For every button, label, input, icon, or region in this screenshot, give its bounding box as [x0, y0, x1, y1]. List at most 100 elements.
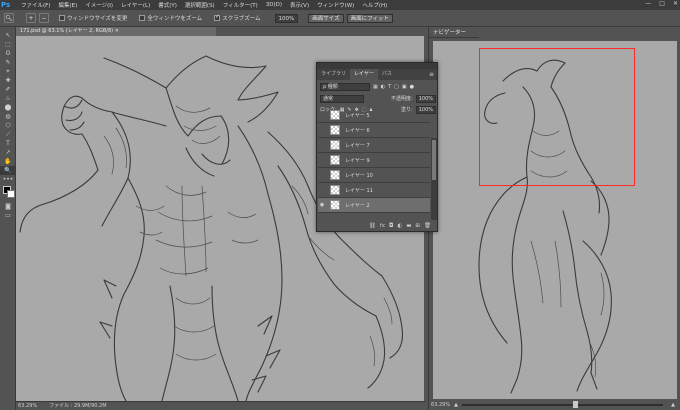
panel-menu-icon[interactable]: ≡: [429, 69, 437, 80]
more-tools-icon[interactable]: •••: [0, 175, 16, 184]
fx-icon[interactable]: fx: [380, 223, 385, 229]
layer-row[interactable]: レイヤー 11: [318, 183, 430, 198]
tab-paths[interactable]: パス: [378, 69, 396, 80]
panel-tabs: ライブラリ レイヤー パス ≡: [317, 69, 437, 80]
zoom-readout[interactable]: 63.29%: [18, 402, 37, 410]
layer-name: レイヤー 2: [345, 202, 370, 209]
menu-3d[interactable]: 3D(D): [262, 2, 286, 8]
maximize-icon[interactable]: □: [659, 0, 665, 7]
zoom-percent-field[interactable]: 100%: [274, 13, 299, 23]
layers-scrollbar[interactable]: [431, 138, 437, 220]
zoom-all-checkbox[interactable]: 全ウィンドウをズーム: [139, 14, 202, 22]
menu-bar: Ps ファイル(F) 編集(E) イメージ(I) レイヤー(L) 書式(Y) 選…: [0, 0, 680, 10]
menu-filter[interactable]: フィルター(T): [219, 1, 262, 9]
tab-layers[interactable]: レイヤー: [350, 69, 378, 80]
crop-tool-icon[interactable]: ⌖: [0, 67, 16, 76]
scrollbar-thumb[interactable]: [432, 140, 436, 180]
document-tab[interactable]: 171.psd @ 63.1% (レイヤー 2, RGB/8) ✕: [16, 27, 216, 36]
slider-knob[interactable]: [572, 401, 578, 408]
eyedropper-tool-icon[interactable]: ✚: [0, 76, 16, 85]
new-layer-icon[interactable]: ⊞: [415, 223, 420, 229]
layers-panel: ライブラリ レイヤー パス ≡ ρ 種類 ▦ ◐ T ▢ ▣ ● 通常 不透明度…: [316, 62, 438, 232]
filter-smart-icon[interactable]: ▣: [402, 84, 407, 90]
layer-name: レイヤー 5: [345, 112, 370, 119]
navigator-tab[interactable]: ナビゲーター: [429, 28, 479, 38]
fill-screen-button[interactable]: 画面にフィット: [346, 13, 393, 23]
adjustment-icon[interactable]: ◐: [397, 223, 402, 229]
mask-icon[interactable]: ◘: [389, 223, 393, 229]
screen-mode-icon[interactable]: ▭: [0, 211, 16, 220]
minimize-icon[interactable]: —: [645, 0, 651, 7]
zoom-out-small-icon[interactable]: ▲: [454, 402, 458, 408]
healing-tool-icon[interactable]: ✐: [0, 85, 16, 94]
magnifier-icon[interactable]: 🔍︎: [4, 13, 14, 23]
zoom-tool-icon[interactable]: 🔍: [0, 166, 16, 175]
opacity-field[interactable]: 100%: [415, 94, 436, 103]
scrubby-zoom-checkbox[interactable]: スクラブズーム: [214, 14, 261, 22]
layer-row[interactable]: レイヤー 6: [318, 123, 430, 138]
lasso-tool-icon[interactable]: ʘ: [0, 49, 16, 58]
menu-select[interactable]: 選択範囲(S): [181, 1, 219, 9]
link-icon[interactable]: ⛓: [369, 223, 376, 229]
eye-icon[interactable]: ◉: [318, 202, 326, 208]
layer-name: レイヤー 9: [345, 157, 370, 164]
gradient-tool-icon[interactable]: ⬡: [0, 121, 16, 130]
layer-name: レイヤー 7: [345, 142, 370, 149]
zoom-in-small-icon[interactable]: ▲: [671, 402, 675, 408]
blend-mode-select[interactable]: 通常: [320, 94, 364, 103]
pen-tool-icon[interactable]: ⟋: [0, 130, 16, 139]
fit-screen-button[interactable]: 画面サイズ: [308, 13, 344, 23]
layer-row[interactable]: レイヤー 5: [318, 108, 430, 123]
color-swatches[interactable]: [0, 184, 15, 202]
background-color-swatch[interactable]: [7, 190, 15, 198]
trash-icon[interactable]: 🗑︎: [424, 223, 431, 229]
status-bar: 63.29% ファイル : 29.9M/90.2M: [16, 401, 426, 410]
navigator-preview[interactable]: [433, 41, 677, 399]
kind-filter-select[interactable]: ρ 種類: [320, 82, 370, 91]
layer-row[interactable]: レイヤー 7: [318, 138, 430, 153]
filter-shape-icon[interactable]: ▢: [394, 84, 399, 90]
resize-windows-checkbox[interactable]: ウィンドウサイズを変更: [59, 14, 127, 22]
filter-pixel-icon[interactable]: ▦: [373, 84, 378, 90]
navigator-zoom-slider[interactable]: [461, 401, 663, 408]
menu-help[interactable]: ヘルプ(H): [358, 1, 391, 9]
type-tool-icon[interactable]: T: [0, 139, 16, 148]
stamp-tool-icon[interactable]: ⬤: [0, 103, 16, 112]
tab-libraries[interactable]: ライブラリ: [317, 69, 350, 80]
layer-row[interactable]: ◉ レイヤー 2: [318, 198, 430, 213]
file-size-readout: ファイル : 29.9M/90.2M: [49, 403, 107, 409]
navigator-view-box[interactable]: [479, 48, 635, 186]
hand-tool-icon[interactable]: ✋: [0, 157, 16, 166]
menu-window[interactable]: ウィンドウ(W): [313, 1, 358, 9]
layer-row[interactable]: レイヤー 9: [318, 153, 430, 168]
checkbox-icon[interactable]: [59, 15, 65, 21]
quick-select-tool-icon[interactable]: ✎: [0, 58, 16, 67]
menu-edit[interactable]: 編集(E): [54, 1, 81, 9]
move-tool-icon[interactable]: ↖: [0, 31, 16, 40]
zoom-in-button[interactable]: +: [26, 13, 36, 23]
menu-type[interactable]: 書式(Y): [154, 1, 181, 9]
layer-row[interactable]: レイヤー 10: [318, 168, 430, 183]
checkbox-icon[interactable]: [139, 15, 146, 21]
menu-file[interactable]: ファイル(F): [17, 1, 54, 9]
filter-adjust-icon[interactable]: ◐: [381, 84, 385, 90]
filter-type-icon[interactable]: T: [388, 84, 391, 90]
layer-name: レイヤー 6: [345, 127, 370, 134]
folder-icon[interactable]: ▬: [406, 223, 411, 229]
zoom-out-button[interactable]: −: [39, 13, 49, 23]
quick-mask-icon[interactable]: ◙: [0, 202, 16, 211]
eraser-tool-icon[interactable]: ◍: [0, 112, 16, 121]
close-icon[interactable]: ✕: [673, 0, 678, 7]
checkbox-checked-icon[interactable]: [214, 15, 221, 21]
layer-thumbnail: [330, 125, 340, 135]
layer-thumbnail: [330, 110, 340, 120]
menu-layer[interactable]: レイヤー(L): [117, 1, 154, 9]
marquee-tool-icon[interactable]: ⬚: [0, 40, 16, 49]
menu-view[interactable]: 表示(V): [286, 1, 313, 9]
close-tab-icon[interactable]: ✕: [115, 28, 119, 34]
navigator-zoom[interactable]: 63.29%: [431, 402, 450, 408]
path-select-tool-icon[interactable]: ↗: [0, 148, 16, 157]
filter-toggle-icon[interactable]: ●: [410, 84, 414, 90]
menu-image[interactable]: イメージ(I): [81, 1, 117, 9]
brush-tool-icon[interactable]: ♨: [0, 94, 16, 103]
